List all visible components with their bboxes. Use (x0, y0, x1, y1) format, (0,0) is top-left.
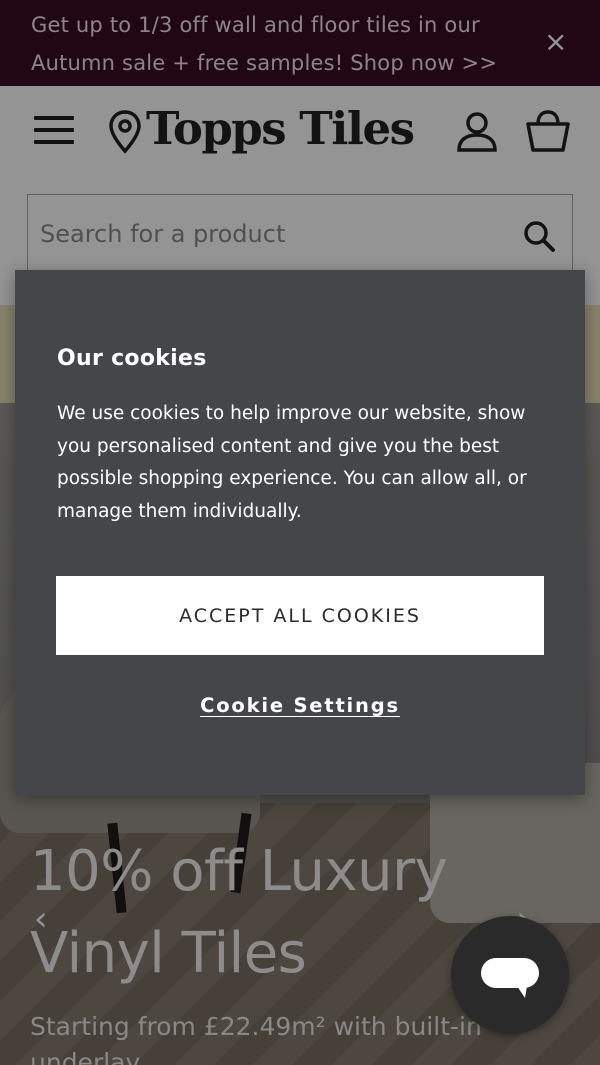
cookie-title: Our cookies (57, 346, 207, 371)
chat-button[interactable] (451, 916, 569, 1034)
cookie-settings-link[interactable]: Cookie Settings (15, 694, 585, 717)
chat-icon (481, 958, 539, 998)
cookie-consent-dialog: Our cookies We use cookies to help impro… (15, 270, 585, 795)
accept-all-cookies-button[interactable]: ACCEPT ALL COOKIES (56, 576, 544, 655)
cookie-description: We use cookies to help improve our websi… (57, 403, 527, 522)
